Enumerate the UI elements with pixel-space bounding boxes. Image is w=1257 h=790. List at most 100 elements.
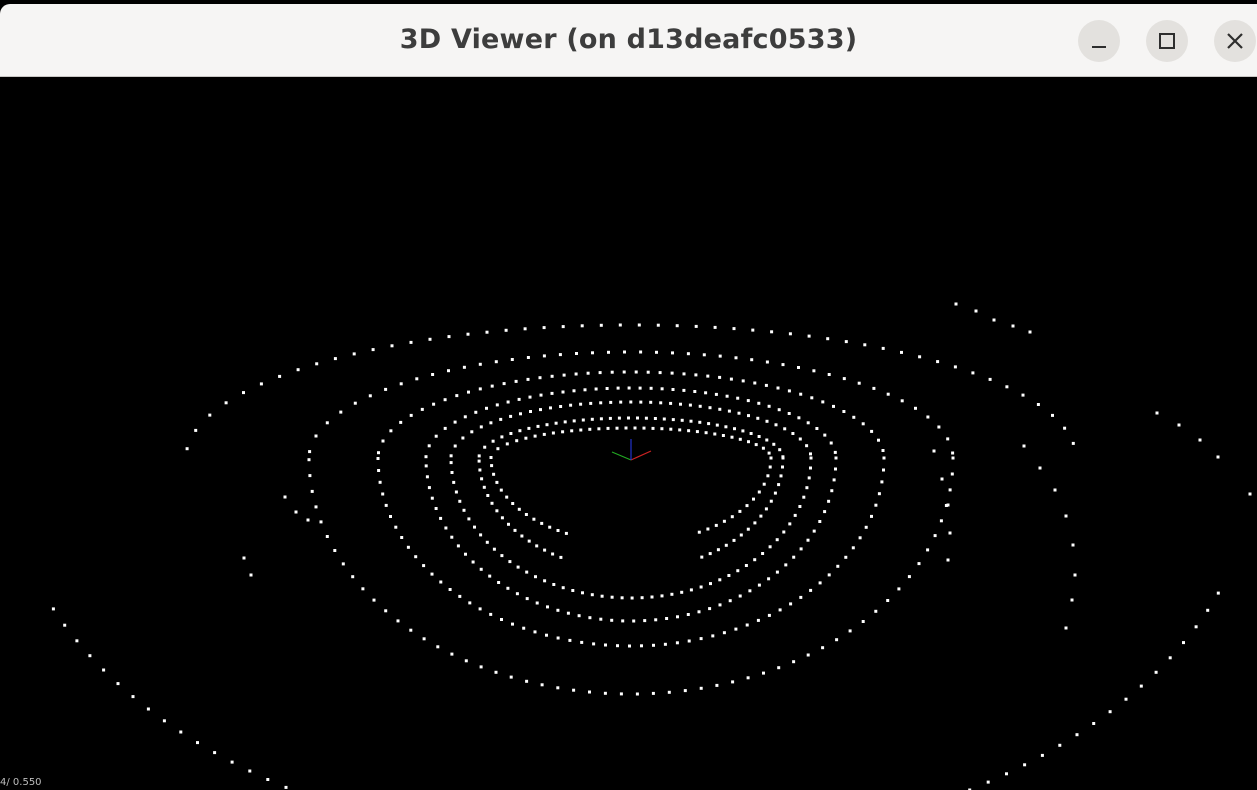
point [695,430,699,434]
point [777,408,781,412]
point [1206,608,1210,612]
point [499,417,503,421]
point [376,457,380,460]
point [937,425,941,429]
point [832,478,836,482]
point [75,639,79,643]
minimize-button[interactable] [1078,20,1120,62]
point [727,574,731,577]
point [559,555,563,559]
point [341,562,345,566]
point [917,562,921,566]
point [874,503,878,507]
point [1005,772,1008,776]
point [687,639,691,643]
point [532,517,536,521]
point [757,583,761,587]
point [1071,543,1075,547]
point [660,594,664,598]
point [384,387,388,391]
point [671,351,674,355]
point [1036,403,1040,406]
point [767,451,771,455]
point [699,637,703,641]
point [753,381,757,385]
point [764,383,768,387]
point [660,427,664,431]
point [381,439,385,443]
point [683,689,687,693]
point [494,360,498,364]
point [249,573,253,577]
point [490,464,494,468]
point [832,404,835,408]
point [656,323,660,327]
point [852,415,856,419]
point [787,389,791,393]
point [415,377,419,381]
point [751,328,755,332]
point [179,730,183,734]
point [430,496,434,500]
point [810,396,814,400]
point [765,360,769,364]
point [654,618,658,622]
3d-viewport[interactable] [0,78,1257,790]
point [870,514,873,518]
point [543,548,547,552]
point [708,406,712,410]
point [1216,455,1220,459]
point [799,595,803,599]
point [714,392,718,396]
point [861,422,865,426]
point [434,434,438,438]
point [428,337,432,341]
point [649,386,653,390]
point [610,370,614,374]
point [492,472,496,476]
point [562,373,566,377]
point [1071,441,1075,445]
point [640,596,644,600]
point [727,409,731,413]
point [730,435,734,439]
point [449,454,453,458]
point [559,405,563,408]
point [718,375,722,379]
point [650,595,654,599]
point [534,575,537,579]
point [515,592,519,596]
point [102,668,106,672]
point [1005,385,1009,389]
maximize-button[interactable] [1146,20,1188,62]
point [724,543,728,547]
point [732,327,736,331]
title-bar[interactable]: 3D Viewer (on d13deafc0533) [0,4,1257,77]
point [829,441,833,445]
point [651,426,655,430]
point [529,410,532,413]
point [827,499,831,503]
point [802,495,806,499]
point [409,413,413,417]
point [88,654,92,658]
point [463,415,467,419]
close-button[interactable] [1214,20,1256,62]
point [505,442,509,446]
point [500,554,504,558]
point [554,421,558,425]
point [881,346,885,350]
point [539,408,542,412]
point [509,432,513,435]
point [747,414,750,418]
point [454,490,458,494]
point [588,427,592,431]
point [767,613,771,617]
point [242,556,246,560]
point [524,436,528,440]
point [473,525,476,529]
point [333,357,337,361]
point [861,620,865,623]
point [940,477,944,481]
point [598,371,602,375]
